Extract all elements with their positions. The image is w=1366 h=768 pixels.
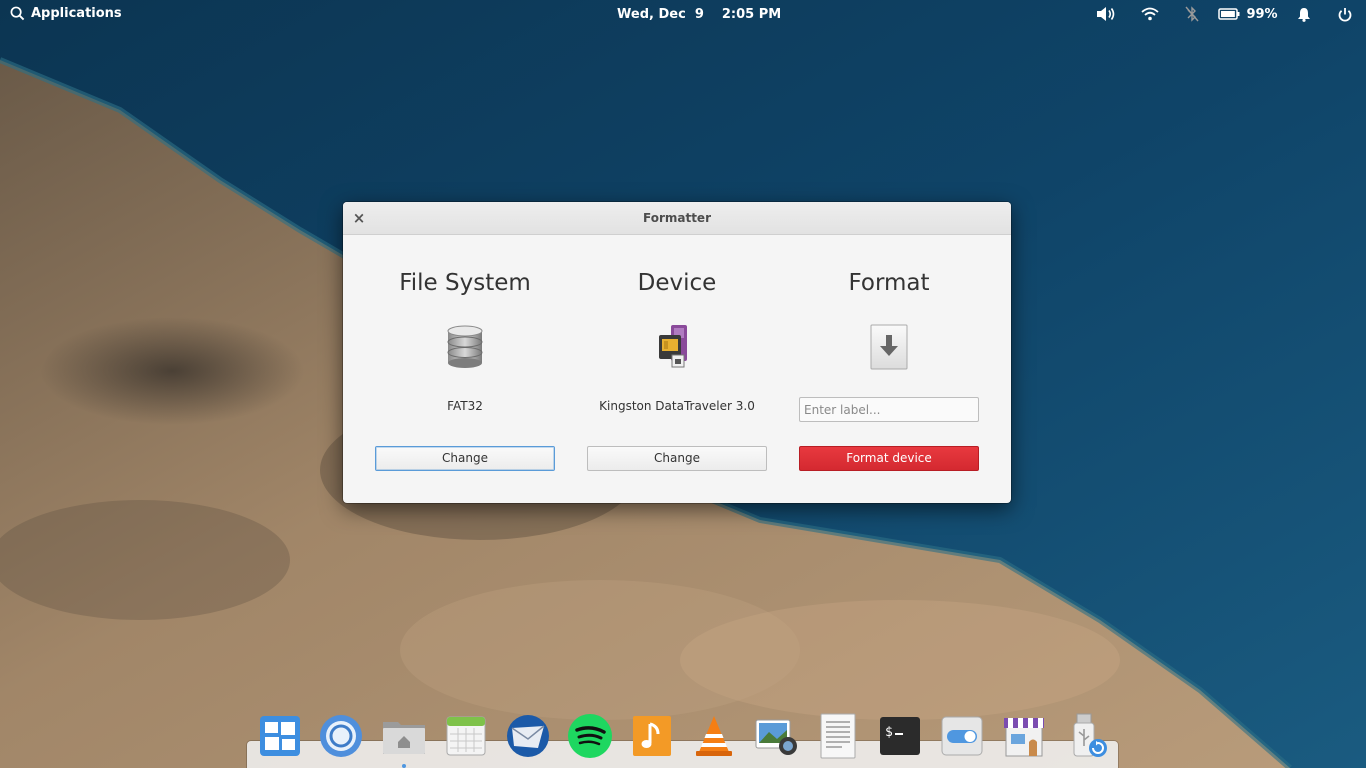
power-indicator[interactable]: 99% [1212,0,1284,28]
wifi-icon [1141,7,1159,21]
formatter-window: × Formatter File System FAT32 Change Dev… [343,202,1011,503]
dock-item-multitasking[interactable] [256,712,304,760]
device-value: Kingston DataTraveler 3.0 [599,399,755,413]
filesystem-value: FAT32 [447,399,483,413]
formatter-usb-icon [1073,713,1107,757]
device-column: Device Kingston DataTraveler 3.0 Change [587,235,767,503]
dock-item-spotify[interactable] [566,712,614,760]
date-time-indicator[interactable]: Wed, Dec 9 2:05 PM [617,7,781,22]
format-heading: Format [848,270,930,296]
system-settings-icon [941,716,983,756]
top-panel: Applications Wed, Dec 9 2:05 PM 99% [0,0,1366,28]
dock-item-terminal[interactable]: $ [876,712,924,760]
search-icon [10,6,25,21]
spotify-icon [568,714,612,758]
terminal-icon: $ [880,717,920,755]
window-titlebar[interactable]: × Formatter [343,202,1011,235]
date-text: Wed, Dec 9 [617,7,704,22]
device-label-input[interactable] [799,397,979,422]
music-icon [633,716,671,756]
running-indicator [402,764,406,768]
battery-percent: 99% [1246,6,1278,22]
applications-label: Applications [31,6,122,21]
format-device-button[interactable]: Format device [799,446,979,471]
indicator-area: 99% [1084,0,1366,28]
applications-menu[interactable]: Applications [10,6,122,21]
format-column: Format Format device [799,235,979,503]
change-filesystem-button[interactable]: Change [375,446,555,471]
dock-item-text-editor[interactable] [814,712,862,760]
filesystem-heading: File System [399,270,531,296]
appcenter-icon [1004,718,1044,757]
files-icon [383,722,425,754]
network-indicator[interactable] [1128,0,1172,28]
power-icon [1338,7,1352,22]
window-title: Formatter [642,211,711,225]
multitasking-view-icon [260,716,300,756]
dock-item-music[interactable] [628,712,676,760]
database-icon [447,325,483,368]
dock-item-files[interactable] [380,712,428,760]
mail-icon [507,715,549,757]
device-heading: Device [637,270,717,296]
bluetooth-indicator[interactable] [1172,0,1212,28]
filesystem-column: File System FAT32 Change [375,235,555,503]
change-device-button[interactable]: Change [587,446,767,471]
dock-item-photos[interactable] [752,712,800,760]
battery-icon [1218,8,1240,20]
dock-item-vlc[interactable] [690,712,738,760]
dock-item-mail[interactable] [504,712,552,760]
dock-item-appcenter[interactable] [1000,712,1048,760]
dock-item-web-browser[interactable] [317,712,365,760]
dock-item-system-settings[interactable] [938,712,986,760]
text-editor-icon [820,713,856,759]
web-browser-icon [320,715,362,757]
volume-icon [1097,7,1115,21]
calendar-icon [446,716,486,756]
photos-icon [755,719,797,755]
bluetooth-disabled-icon [1185,6,1199,22]
notifications-indicator[interactable] [1284,0,1324,28]
dock-item-formatter[interactable] [1062,712,1110,760]
time-text: 2:05 PM [721,7,782,22]
notification-bell-icon [1298,7,1310,22]
dock-item-calendar[interactable] [442,712,490,760]
format-down-arrow-icon [870,324,908,370]
vlc-icon [696,716,732,756]
sound-indicator[interactable] [1084,0,1128,28]
session-indicator[interactable] [1324,0,1366,28]
drive-removable-icon [659,325,687,368]
dock [247,741,1118,768]
svg-text:$: $ [885,725,893,740]
